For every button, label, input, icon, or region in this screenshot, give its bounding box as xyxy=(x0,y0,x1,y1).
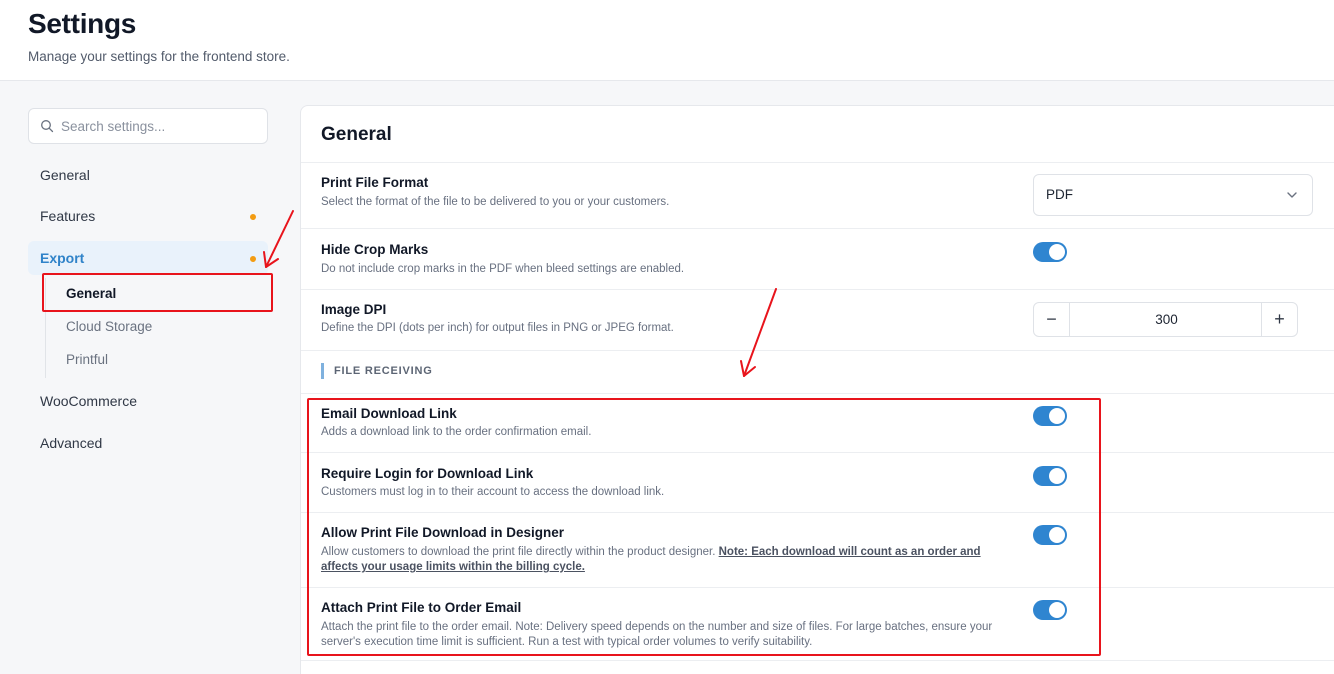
image-dpi-input[interactable] xyxy=(1071,303,1262,336)
divider xyxy=(301,393,1334,394)
sidebar-item-advanced[interactable]: Advanced xyxy=(28,426,268,460)
divider xyxy=(301,289,1334,290)
increment-button[interactable]: + xyxy=(1261,303,1297,336)
notification-dot xyxy=(250,256,256,262)
page-header: Settings Manage your settings for the fr… xyxy=(0,0,1334,81)
decrement-button[interactable]: − xyxy=(1034,303,1070,336)
allow-designer-download-description: Allow customers to download the print fi… xyxy=(321,545,1011,575)
image-dpi-stepper: − + xyxy=(1033,302,1298,337)
attach-print-file-description: Attach the print file to the order email… xyxy=(321,621,993,648)
toggle-knob xyxy=(1049,244,1065,260)
subnav-item-label: Printful xyxy=(66,352,109,367)
allow-designer-download-title: Allow Print File Download in Designer xyxy=(321,525,565,540)
divider xyxy=(301,228,1334,229)
email-download-link-title: Email Download Link xyxy=(321,406,457,421)
sidebar-item-export[interactable]: Export xyxy=(28,241,268,275)
attach-print-file-toggle[interactable] xyxy=(1033,600,1067,620)
toggle-knob xyxy=(1049,602,1065,618)
subnav-item-general[interactable]: General xyxy=(46,280,268,308)
description-text: Allow customers to download the print fi… xyxy=(321,546,716,558)
sidebar-item-label: Features xyxy=(40,208,96,224)
page-title: Settings xyxy=(28,8,137,39)
require-login-toggle[interactable] xyxy=(1033,466,1067,486)
sidebar-item-label: Export xyxy=(40,250,85,266)
arrow-icon xyxy=(263,210,294,268)
attach-print-file-title: Attach Print File to Order Email xyxy=(321,600,522,615)
select-value: PDF xyxy=(1046,187,1073,202)
print-file-format-select[interactable]: PDF xyxy=(1033,174,1313,216)
print-file-format-description: Select the format of the file to be deli… xyxy=(321,196,670,208)
email-download-link-description: Adds a download link to the order confir… xyxy=(321,426,592,438)
search-input[interactable] xyxy=(61,109,261,143)
subnav-item-cloud-storage[interactable]: Cloud Storage xyxy=(46,313,268,341)
sidebar-item-features[interactable]: Features xyxy=(28,199,268,233)
divider xyxy=(301,452,1334,453)
sidebar-item-woocommerce[interactable]: WooCommerce xyxy=(28,384,268,418)
toggle-knob xyxy=(1049,408,1065,424)
subnav-item-label: Cloud Storage xyxy=(66,319,153,334)
require-login-title: Require Login for Download Link xyxy=(321,466,534,481)
require-login-description: Customers must log in to their account t… xyxy=(321,486,665,498)
toggle-knob xyxy=(1049,468,1065,484)
hide-crop-marks-toggle[interactable] xyxy=(1033,242,1067,262)
settings-panel: General Print File Format Select the for… xyxy=(300,105,1334,674)
image-dpi-title: Image DPI xyxy=(321,302,387,317)
divider xyxy=(301,587,1334,588)
sidebar-item-general[interactable]: General xyxy=(28,158,268,192)
print-file-format-title: Print File Format xyxy=(321,175,429,190)
chevron-down-icon xyxy=(1287,192,1297,198)
notification-dot xyxy=(250,214,256,220)
email-download-link-toggle[interactable] xyxy=(1033,406,1067,426)
file-receiving-section-label: FILE RECEIVING xyxy=(321,363,433,379)
toggle-knob xyxy=(1049,527,1065,543)
search-icon xyxy=(41,120,54,133)
search-box[interactable] xyxy=(28,108,268,144)
divider xyxy=(301,162,1334,163)
hide-crop-marks-title: Hide Crop Marks xyxy=(321,242,429,257)
divider xyxy=(301,350,1334,351)
divider xyxy=(301,512,1334,513)
sidebar-item-label: WooCommerce xyxy=(40,393,137,409)
divider xyxy=(301,660,1334,661)
panel-title: General xyxy=(321,124,392,145)
page-subtitle: Manage your settings for the frontend st… xyxy=(28,49,290,64)
sidebar-item-label: Advanced xyxy=(40,435,103,451)
image-dpi-description: Define the DPI (dots per inch) for outpu… xyxy=(321,322,674,334)
sidebar-item-label: General xyxy=(40,167,90,183)
allow-designer-download-toggle[interactable] xyxy=(1033,525,1067,545)
subnav-item-printful[interactable]: Printful xyxy=(46,346,268,374)
subnav-item-label: General xyxy=(66,286,117,301)
hide-crop-marks-description: Do not include crop marks in the PDF whe… xyxy=(321,263,685,275)
